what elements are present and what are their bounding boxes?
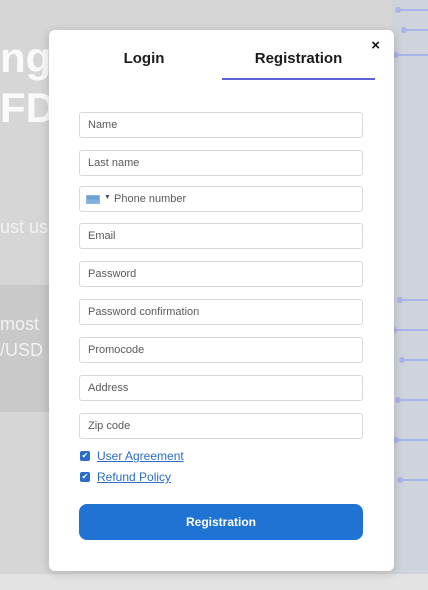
promocode-input[interactable] xyxy=(80,338,362,362)
background-text-2: most xyxy=(0,314,40,334)
zip-code-input[interactable] xyxy=(80,414,362,438)
registration-submit-button[interactable]: Registration xyxy=(79,504,363,540)
user-agreement-link[interactable]: User Agreement xyxy=(97,449,184,463)
phone-input[interactable] xyxy=(80,187,362,211)
name-input[interactable] xyxy=(80,113,362,137)
zip-code-field xyxy=(79,413,363,439)
address-field xyxy=(79,375,363,401)
chevron-down-icon[interactable]: ▼ xyxy=(104,194,111,201)
background-text-3: /USD xyxy=(0,340,44,360)
tab-login[interactable]: Login xyxy=(77,50,211,67)
tab-registration[interactable]: Registration xyxy=(222,50,375,67)
active-tab-indicator xyxy=(222,78,375,80)
background-footer xyxy=(0,574,428,590)
name-field xyxy=(79,112,363,138)
refund-policy-row: ✔ Refund Policy xyxy=(80,470,171,484)
circuit-decoration xyxy=(391,7,428,483)
background-heading-1: ng xyxy=(0,34,52,81)
user-agreement-checkbox[interactable]: ✔ xyxy=(80,451,90,461)
password-confirmation-field xyxy=(79,299,363,325)
refund-policy-checkbox[interactable]: ✔ xyxy=(80,472,90,482)
password-field xyxy=(79,261,363,287)
email-field xyxy=(79,223,363,249)
promocode-field xyxy=(79,337,363,363)
email-input[interactable] xyxy=(80,224,362,248)
last-name-field xyxy=(79,150,363,176)
last-name-input[interactable] xyxy=(80,151,362,175)
auth-tabs: Login Registration xyxy=(49,30,394,82)
registration-modal: × Login Registration ▼ ✔ User Agreement … xyxy=(49,30,394,571)
address-input[interactable] xyxy=(80,376,362,400)
refund-policy-link[interactable]: Refund Policy xyxy=(97,470,171,484)
flag-icon[interactable] xyxy=(86,195,100,204)
password-input[interactable] xyxy=(80,262,362,286)
background-heading-2: FD xyxy=(0,84,56,131)
user-agreement-row: ✔ User Agreement xyxy=(80,449,184,463)
background-text-1: ust us xyxy=(0,217,49,237)
phone-field: ▼ xyxy=(79,186,363,212)
password-confirmation-input[interactable] xyxy=(80,300,362,324)
